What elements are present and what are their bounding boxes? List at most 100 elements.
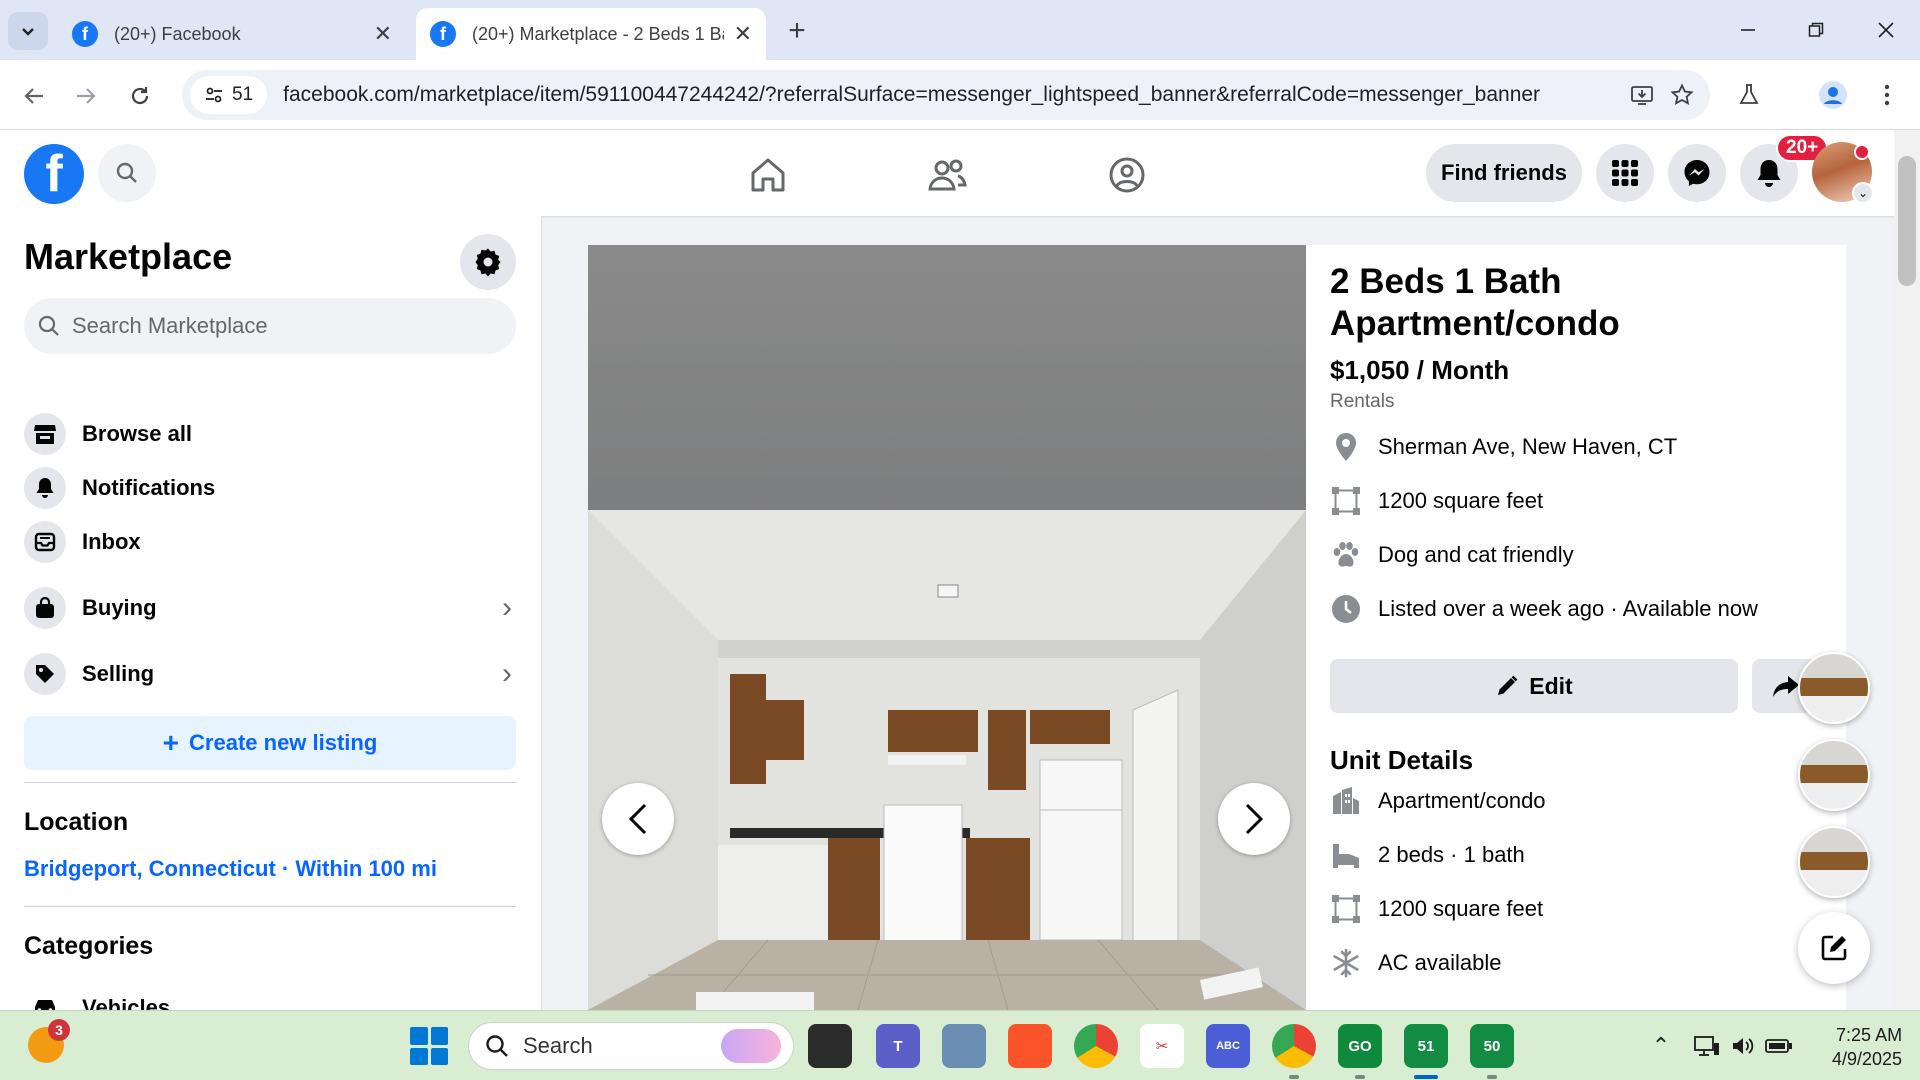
photo-ceiling-band	[588, 245, 1306, 510]
pencil-icon	[1498, 675, 1518, 695]
minimize-button[interactable]	[1728, 12, 1768, 48]
chevron-up-icon[interactable]: ⌃	[1646, 1031, 1676, 1061]
profile-button[interactable]	[1812, 74, 1854, 116]
search-placeholder: Search Marketplace	[72, 313, 268, 338]
nav-friends[interactable]	[922, 150, 972, 200]
tab-search-button[interactable]	[8, 12, 48, 50]
file-explorer-icon[interactable]	[942, 1024, 986, 1068]
edit-listing-button[interactable]: Edit	[1330, 659, 1738, 713]
fact-text: 1200 square feet	[1378, 488, 1544, 513]
gear-icon	[475, 248, 501, 277]
search-marketplace-input[interactable]: Search Marketplace	[24, 298, 516, 354]
previous-photo-button[interactable]	[602, 783, 674, 855]
chat-head-listing-2[interactable]	[1798, 739, 1870, 811]
groups-icon	[1109, 157, 1145, 193]
next-photo-button[interactable]	[1218, 783, 1290, 855]
bookmark-button[interactable]	[1662, 75, 1702, 115]
site-info-chip[interactable]: 51	[190, 76, 268, 114]
listing-category[interactable]: Rentals	[1330, 391, 1394, 413]
listing-fact-area: 1200 square feet	[1330, 483, 1543, 519]
tab-marketplace[interactable]: f (20+) Marketplace - 2 Beds 1 Ba ✕	[416, 8, 766, 60]
brave-browser-icon[interactable]	[1008, 1024, 1052, 1068]
browser-tab-strip: f (20+) Facebook ✕ f (20+) Marketplace -…	[0, 0, 1920, 60]
area-icon	[1330, 485, 1362, 517]
facebook-search-button[interactable]	[98, 144, 156, 202]
sidebar-item-inbox[interactable]: Inbox	[24, 514, 516, 570]
compose-icon	[1821, 935, 1847, 961]
nav-groups[interactable]	[1102, 150, 1152, 200]
chevron-right-icon	[1245, 803, 1264, 835]
chat-head-listing-3[interactable]	[1798, 826, 1870, 898]
menu-button[interactable]	[1596, 144, 1654, 202]
close-tab-icon[interactable]: ✕	[374, 21, 392, 47]
account-chevron-icon[interactable]: ⌄	[1852, 182, 1874, 204]
address-bar[interactable]: 51 facebook.com/marketplace/item/5911004…	[182, 70, 1710, 120]
location-filter-link[interactable]: Bridgeport, Connecticut · Within 100 mi	[24, 856, 437, 882]
listing-photo-gallery[interactable]	[588, 245, 1306, 1010]
labs-button[interactable]	[1728, 74, 1770, 116]
shopping-bag-icon	[24, 587, 66, 629]
restore-icon	[1808, 22, 1824, 37]
category-item-vehicles[interactable]: Vehicles	[24, 980, 516, 1010]
snowflake-icon	[1330, 947, 1362, 979]
taskbar-search[interactable]: Search	[468, 1022, 794, 1070]
task-view-icon[interactable]	[808, 1024, 852, 1068]
start-button[interactable]	[410, 1027, 448, 1065]
page-scrollbar[interactable]	[1894, 130, 1920, 1010]
chrome-icon[interactable]	[1074, 1024, 1118, 1068]
messenger-button[interactable]	[1668, 144, 1726, 202]
find-friends-button[interactable]: Find friends	[1426, 144, 1582, 202]
profile-status-dot	[1854, 144, 1870, 160]
teams-icon[interactable]: T	[876, 1024, 920, 1068]
system-clock[interactable]: 7:25 AM 4/9/2025	[1832, 1023, 1902, 1071]
clock-time: 7:25 AM	[1836, 1025, 1903, 1045]
app-51-icon[interactable]: 51	[1404, 1024, 1448, 1068]
unit-detail-text: AC available	[1378, 950, 1502, 975]
app-50-icon[interactable]: 50	[1470, 1024, 1514, 1068]
sidebar-item-buying[interactable]: Buying ›	[24, 580, 516, 636]
url-text[interactable]: facebook.com/marketplace/item/5911004472…	[283, 83, 1622, 107]
reload-button[interactable]	[120, 76, 160, 116]
account-icon	[1819, 81, 1847, 109]
back-button[interactable]	[14, 76, 54, 116]
new-tab-button[interactable]: +	[780, 14, 814, 48]
sidebar-item-label: Buying	[82, 595, 157, 620]
chrome-profile-icon[interactable]	[1272, 1024, 1316, 1068]
tab-facebook[interactable]: f (20+) Facebook ✕	[58, 8, 406, 60]
forward-button[interactable]	[66, 76, 106, 116]
network-icon[interactable]	[1692, 1031, 1722, 1061]
chat-head-listing-1[interactable]	[1798, 652, 1870, 724]
star-icon	[1670, 83, 1694, 106]
install-app-button[interactable]	[1622, 75, 1662, 115]
listing-fact-listed: Listed over a week ago · Available now	[1330, 591, 1758, 627]
new-message-button[interactable]	[1798, 912, 1870, 984]
site-chip-count: 51	[232, 84, 254, 105]
volume-icon[interactable]	[1728, 1031, 1758, 1061]
divider	[24, 906, 516, 907]
unit-detail-type: Apartment/condo	[1330, 783, 1546, 819]
sidebar-item-selling[interactable]: Selling ›	[24, 646, 516, 702]
clock-icon	[1330, 593, 1362, 625]
close-tab-icon[interactable]: ✕	[734, 21, 752, 47]
windows-taskbar: 3 Search T ✂ ABC GO 51 50 ⌃ 7:25 AM 4/9/…	[0, 1010, 1920, 1080]
scrollbar-thumb[interactable]	[1898, 156, 1916, 286]
inbox-icon	[24, 521, 66, 563]
battery-icon[interactable]	[1764, 1031, 1794, 1061]
kebab-menu-icon	[1884, 84, 1890, 106]
browser-menu-button[interactable]	[1866, 74, 1908, 116]
sidebar-item-browse-all[interactable]: Browse all	[24, 406, 516, 462]
running-indicator	[1487, 1075, 1497, 1079]
nav-home[interactable]	[743, 150, 793, 200]
storefront-icon	[24, 413, 66, 455]
abc-proxy-icon[interactable]: ABC	[1206, 1024, 1250, 1068]
sidebar-item-notifications[interactable]: Notifications	[24, 460, 516, 516]
facebook-favicon-icon: f	[72, 21, 98, 47]
marketplace-settings-button[interactable]	[460, 234, 516, 290]
facebook-logo[interactable]: f	[24, 144, 84, 204]
close-window-button[interactable]	[1866, 12, 1906, 48]
create-new-listing-button[interactable]: + Create new listing	[24, 716, 516, 770]
snipping-tool-icon[interactable]: ✂	[1140, 1024, 1184, 1068]
unit-detail-text: 2 beds · 1 bath	[1378, 842, 1525, 867]
restore-button[interactable]	[1796, 12, 1836, 48]
goose-app-icon[interactable]: GO	[1338, 1024, 1382, 1068]
